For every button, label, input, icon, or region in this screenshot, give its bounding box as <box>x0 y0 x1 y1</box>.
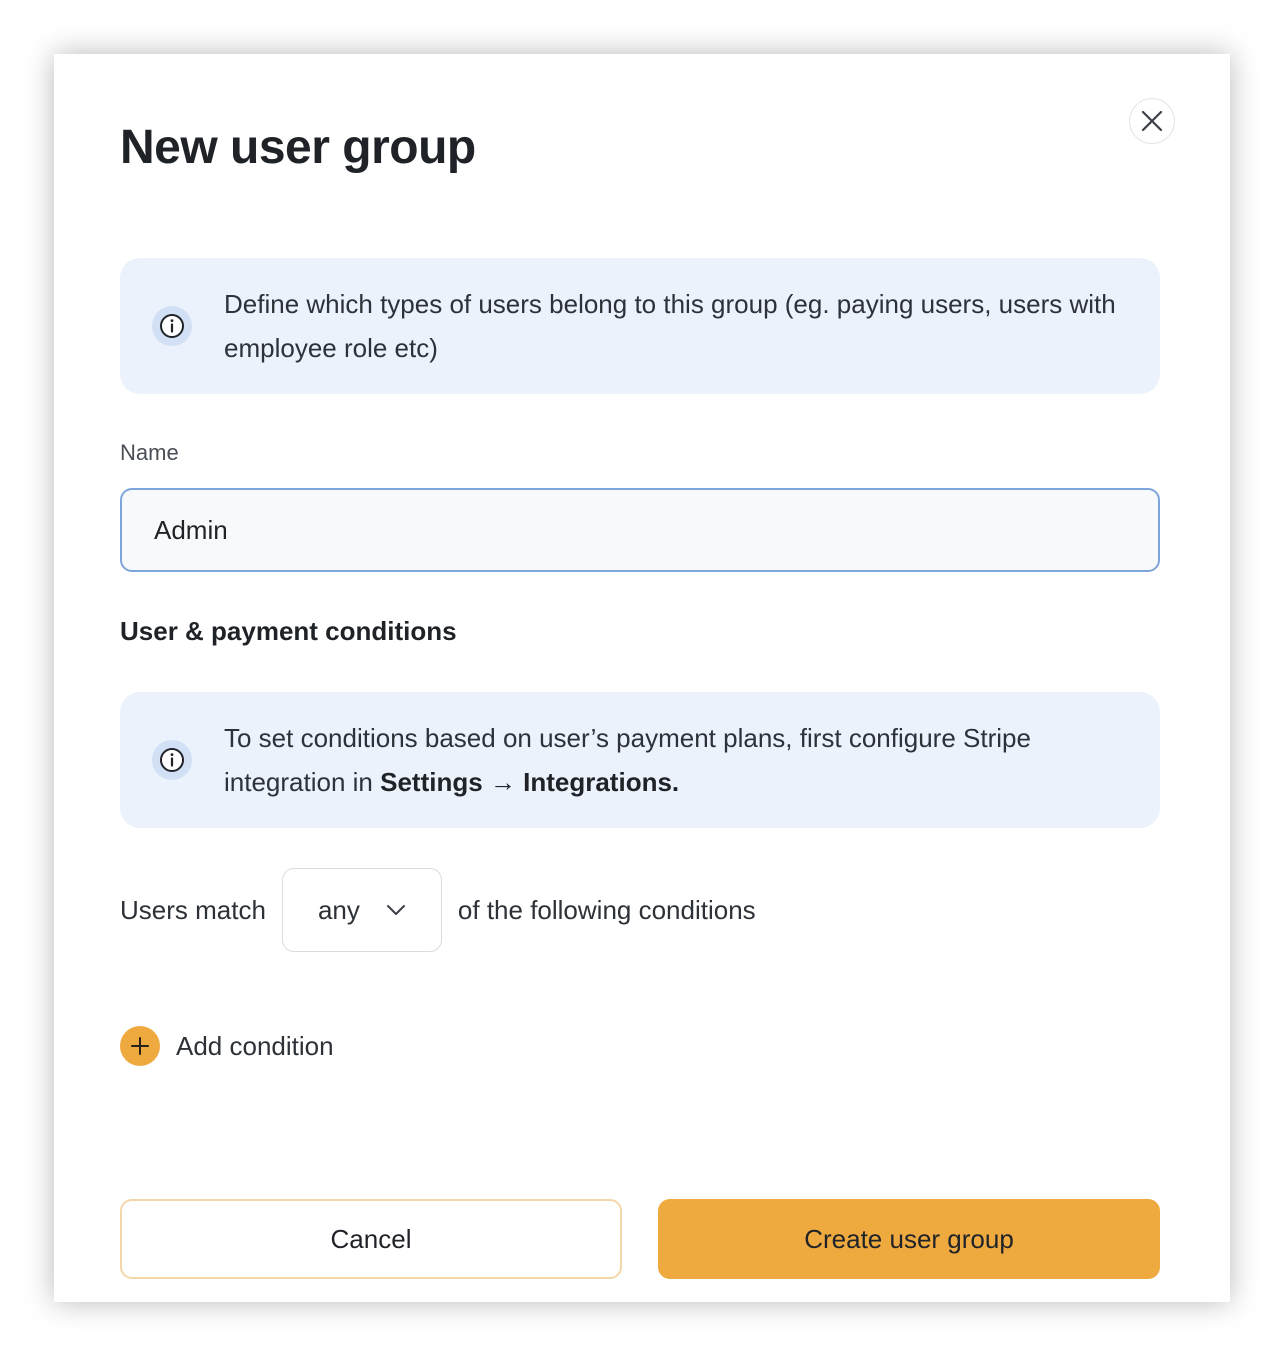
match-prefix: Users match <box>120 894 266 925</box>
add-condition-label: Add condition <box>176 1030 334 1061</box>
create-user-group-button[interactable]: Create user group <box>658 1199 1160 1279</box>
conditions-heading: User & payment conditions <box>120 616 457 646</box>
close-button[interactable] <box>1129 98 1175 144</box>
match-row: Users match any of the following conditi… <box>120 868 756 952</box>
match-suffix: of the following conditions <box>457 894 756 925</box>
chevron-down-icon <box>386 905 405 915</box>
name-input[interactable] <box>120 488 1160 572</box>
new-user-group-modal: New user group Define which types of use… <box>54 54 1230 1302</box>
add-condition-button[interactable]: Add condition <box>120 1026 334 1066</box>
stripe-info-box: To set conditions based on user’s paymen… <box>120 692 1160 828</box>
stripe-info-text: To set conditions based on user’s paymen… <box>224 716 1134 804</box>
modal-title: New user group <box>120 121 476 174</box>
cancel-button[interactable]: Cancel <box>120 1199 622 1279</box>
match-mode-value: any <box>317 894 360 925</box>
group-info-box: Define which types of users belong to th… <box>120 258 1160 394</box>
plus-icon <box>120 1026 160 1066</box>
name-field-label: Name <box>120 440 179 465</box>
settings-integrations-path: Settings → Integrations. <box>380 767 680 797</box>
group-info-text: Define which types of users belong to th… <box>224 289 1116 363</box>
info-icon <box>152 306 192 346</box>
match-mode-select[interactable]: any <box>281 868 442 952</box>
info-icon <box>152 740 192 780</box>
close-icon <box>1141 110 1163 132</box>
